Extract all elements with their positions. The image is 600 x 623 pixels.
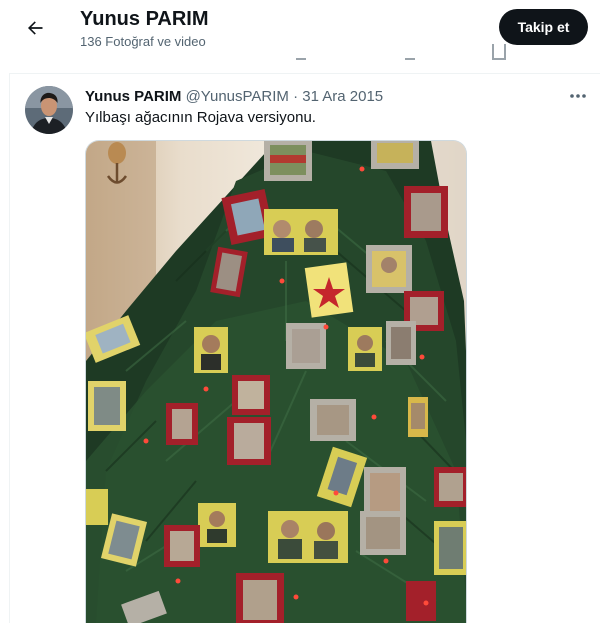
photo-ornament <box>236 573 284 623</box>
author-display-name[interactable]: Yunus PARIM <box>85 88 181 105</box>
photo-ornament <box>371 141 419 169</box>
photo-ornament <box>406 581 436 621</box>
tweet-text: Yılbaşı ağacının Rojava versiyonu. <box>85 109 316 126</box>
back-button[interactable] <box>19 12 51 44</box>
more-horizontal-icon <box>570 94 586 98</box>
author-handle[interactable]: @YunusPARIM <box>186 88 289 105</box>
tweet-date[interactable]: 31 Ara 2015 <box>302 88 383 105</box>
profile-name-title: Yunus PARIM <box>80 8 209 30</box>
photo-ornament <box>166 403 198 445</box>
more-options-button[interactable] <box>566 84 590 108</box>
photo-ornament <box>386 321 416 365</box>
photo-ornament <box>404 186 448 238</box>
photo-ornament <box>88 381 126 431</box>
tweet-author-row: Yunus PARIM @YunusPARIM · 31 Ara 2015 <box>85 88 383 105</box>
photo-ornament <box>86 489 108 525</box>
photo-ornament <box>227 417 271 465</box>
photo-ornament <box>198 503 236 547</box>
photo-ornament <box>434 521 466 575</box>
separator-dot: · <box>293 88 299 105</box>
timeline-border <box>9 73 10 623</box>
christmas-tree-photo <box>86 141 466 623</box>
avatar[interactable] <box>25 86 73 134</box>
photo-ornament <box>348 327 382 371</box>
tab-indicator-fragment <box>405 44 415 60</box>
avatar-photo <box>25 86 73 134</box>
photo-ornament <box>286 323 326 369</box>
photo-ornament <box>268 511 348 563</box>
photo-ornament <box>434 467 466 507</box>
photo-ornament <box>164 525 200 567</box>
tab-indicator-fragment <box>492 44 506 60</box>
arrow-left-icon <box>28 21 43 35</box>
photo-ornament <box>366 245 412 293</box>
photo-ornament <box>408 397 428 437</box>
photo-ornament <box>264 141 312 181</box>
follow-button[interactable]: Takip et <box>499 9 588 45</box>
profile-header: Yunus PARIM 136 Fotoğraf ve video Takip … <box>0 0 600 66</box>
tab-indicator-fragment <box>296 44 306 60</box>
media-count: 136 Fotoğraf ve video <box>80 34 206 49</box>
ypg-flag-ornament <box>304 262 354 318</box>
divider <box>9 73 600 74</box>
photo-ornament <box>264 209 338 255</box>
photo-ornament <box>194 327 228 373</box>
photo-ornament <box>364 467 406 517</box>
tweet-media-photo[interactable] <box>85 140 467 623</box>
photo-ornament <box>232 375 270 415</box>
photo-ornament <box>310 399 356 441</box>
photo-ornament <box>360 511 406 555</box>
